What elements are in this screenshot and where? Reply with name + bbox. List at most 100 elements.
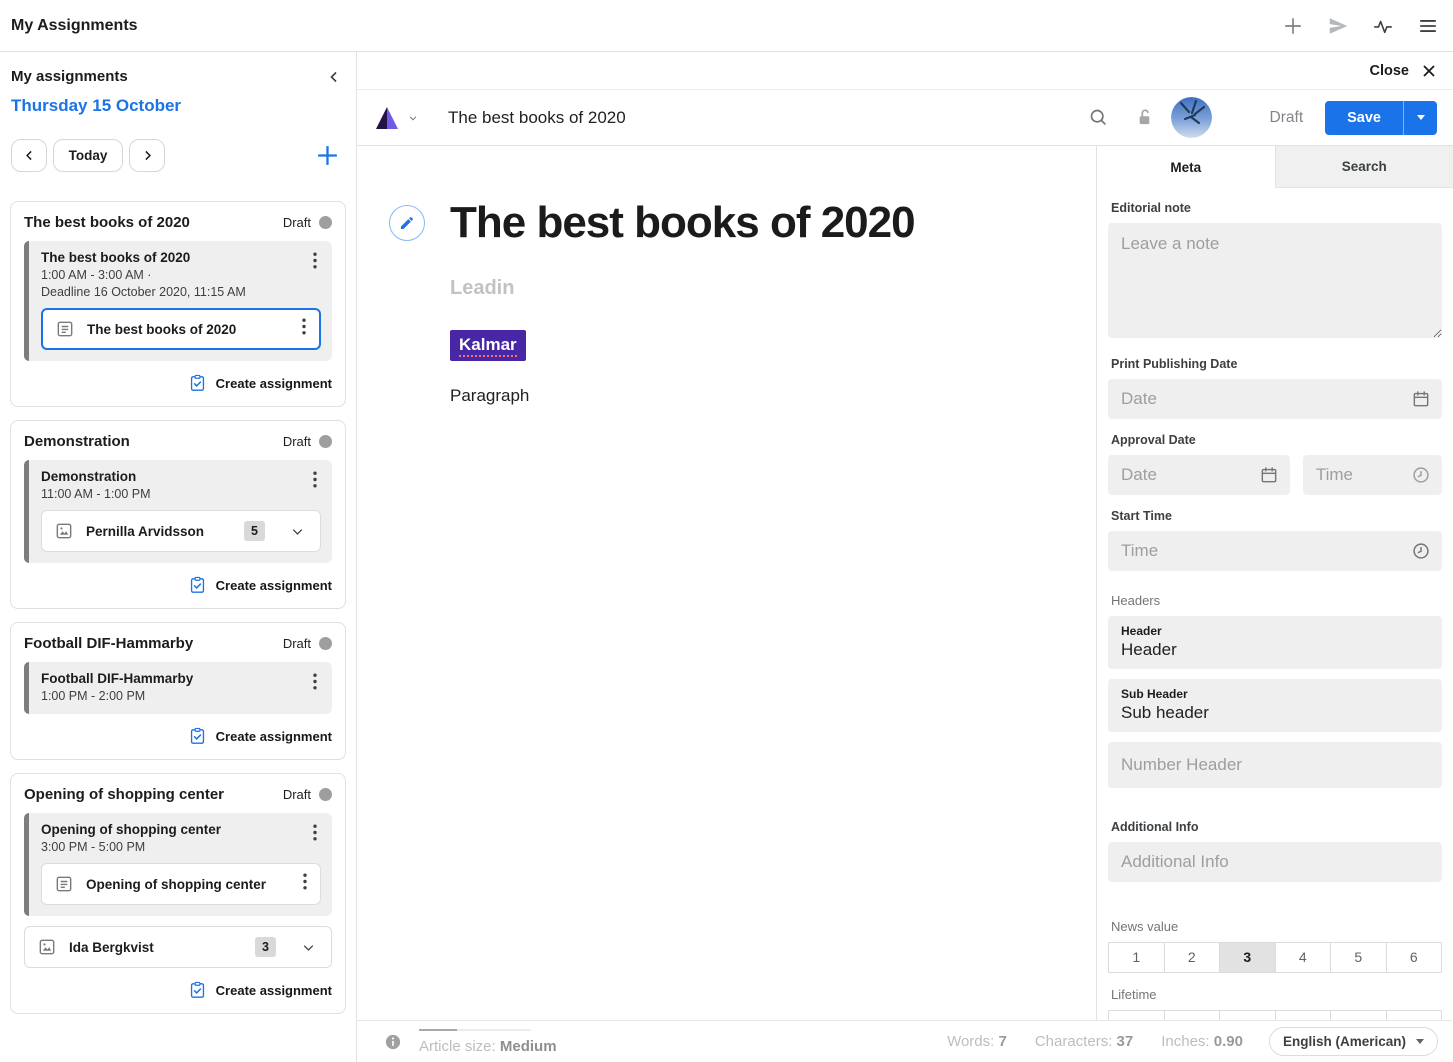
document-icon — [55, 319, 75, 339]
lifetime-option[interactable]: ∞ — [1330, 1011, 1386, 1020]
activity-icon[interactable] — [1372, 15, 1394, 37]
news-value-label: News value — [1111, 919, 1439, 934]
caret-down-icon — [1417, 115, 1425, 120]
lifetime-option[interactable]: 1D — [1164, 1011, 1220, 1020]
clipboard-check-icon — [188, 576, 207, 595]
today-button[interactable]: Today — [53, 139, 123, 172]
kebab-menu-icon[interactable] — [309, 250, 321, 299]
assignment-card: Demonstration Draft Demonstration 11:00 … — [10, 420, 346, 609]
number-header-field[interactable]: Number Header — [1108, 742, 1442, 788]
header-field[interactable]: Header Header — [1108, 616, 1442, 669]
info-icon[interactable] — [384, 1033, 402, 1051]
kebab-menu-icon[interactable] — [309, 469, 321, 501]
user-avatar[interactable] — [1171, 97, 1212, 138]
person-item[interactable]: Ida Bergkvist 3 — [24, 926, 332, 968]
event-box: Football DIF-Hammarby 1:00 PM - 2:00 PM — [24, 662, 332, 714]
previous-day-button[interactable] — [11, 139, 47, 172]
news-value-option-selected[interactable]: 3 — [1219, 943, 1275, 972]
leadin-placeholder[interactable]: Leadin — [450, 277, 1076, 300]
edit-headline-button[interactable] — [389, 205, 425, 241]
news-value-option[interactable]: 4 — [1275, 943, 1331, 972]
kebab-menu-icon[interactable] — [299, 871, 311, 897]
kebab-menu-icon[interactable] — [298, 316, 310, 342]
news-value-option[interactable]: 5 — [1330, 943, 1386, 972]
language-selector[interactable]: English (American) — [1269, 1027, 1438, 1056]
approval-date-input[interactable]: Date — [1108, 455, 1290, 495]
product-menu-button[interactable] — [373, 105, 420, 131]
save-options-button[interactable] — [1403, 101, 1437, 135]
news-value-option[interactable]: 6 — [1386, 943, 1442, 972]
menu-icon[interactable] — [1417, 15, 1439, 37]
person-item[interactable]: Pernilla Arvidsson 5 — [41, 510, 321, 552]
create-assignment-button[interactable]: Create assignment — [24, 981, 332, 1000]
assignment-card: The best books of 2020 Draft The best bo… — [10, 201, 346, 407]
lifetime-option[interactable]: 30D — [1275, 1011, 1331, 1020]
lifetime-label: Lifetime — [1111, 987, 1439, 1002]
assignment-title: The best books of 2020 — [24, 214, 190, 231]
expand-button[interactable] — [300, 939, 317, 956]
selected-date: Thursday 15 October — [0, 85, 356, 116]
word-count: Words: 7 — [947, 1033, 1007, 1050]
character-count: Characters: 37 — [1035, 1033, 1133, 1050]
editorial-note-input[interactable] — [1108, 223, 1442, 338]
headers-label: Headers — [1111, 593, 1439, 608]
expand-button[interactable] — [289, 523, 306, 540]
tab-search[interactable]: Search — [1275, 146, 1453, 188]
add-icon[interactable] — [1282, 15, 1304, 37]
image-icon — [37, 937, 57, 957]
create-assignment-button[interactable]: Create assignment — [24, 576, 332, 595]
additional-info-input[interactable]: Additional Info — [1108, 842, 1442, 882]
create-assignment-button[interactable]: Create assignment — [24, 727, 332, 746]
approval-time-input[interactable]: Time — [1303, 455, 1442, 495]
article-size: Article size: Medium — [419, 1029, 557, 1055]
news-value-option[interactable]: 2 — [1164, 943, 1220, 972]
article-paragraph[interactable]: Paragraph — [450, 386, 1076, 406]
article-headline[interactable]: The best books of 2020 — [450, 199, 915, 247]
close-document-button[interactable]: Close — [357, 52, 1453, 90]
start-time-input[interactable]: Time — [1108, 531, 1442, 571]
lifetime-option[interactable]: 7D — [1219, 1011, 1275, 1020]
tab-meta[interactable]: Meta — [1097, 146, 1275, 188]
sub-header-field[interactable]: Sub Header Sub header — [1108, 679, 1442, 732]
chevron-left-icon — [23, 149, 36, 162]
event-time: 1:00 PM - 2:00 PM — [41, 689, 193, 703]
article-item[interactable]: Opening of shopping center — [41, 863, 321, 905]
kebab-menu-icon[interactable] — [309, 822, 321, 854]
save-split-button: Save — [1325, 101, 1437, 135]
app-root: My Assignments My assignments Thursday 1… — [0, 0, 1453, 1062]
news-value-option[interactable]: 1 — [1109, 943, 1164, 972]
lock-open-icon — [1134, 107, 1155, 128]
send-icon[interactable] — [1327, 15, 1349, 37]
assignments-sidebar: My assignments Thursday 15 October Today — [0, 52, 357, 1062]
lock-button[interactable] — [1134, 107, 1155, 128]
lifetime-option[interactable]: 6H — [1109, 1011, 1164, 1020]
chevron-right-icon — [141, 149, 154, 162]
calendar-icon — [1259, 465, 1279, 485]
next-day-button[interactable] — [129, 139, 165, 172]
chevron-down-icon — [289, 523, 306, 540]
status-dot — [319, 788, 332, 801]
clock-icon — [1411, 541, 1431, 561]
add-assignment-button[interactable] — [315, 143, 340, 168]
article-item[interactable]: The best books of 2020 — [41, 308, 321, 350]
plus-icon — [315, 143, 340, 168]
assignment-title: Football DIF-Hammarby — [24, 635, 193, 652]
location-tag[interactable]: Kalmar — [450, 330, 526, 361]
event-time: 11:00 AM - 1:00 PM — [41, 487, 151, 501]
start-time-label: Start Time — [1111, 509, 1439, 523]
save-button[interactable]: Save — [1325, 101, 1403, 135]
collapse-sidebar-button[interactable] — [326, 69, 342, 85]
item-count-badge: 5 — [244, 521, 265, 541]
search-button[interactable] — [1088, 107, 1109, 128]
create-assignment-button[interactable]: Create assignment — [24, 374, 332, 393]
lifetime-option[interactable]: Tid — [1386, 1011, 1442, 1020]
editorial-note-label: Editorial note — [1111, 201, 1439, 215]
avatar-photo — [1171, 97, 1212, 138]
lifetime-selector: 6H 1D 7D 30D ∞ Tid — [1108, 1010, 1442, 1020]
kebab-menu-icon[interactable] — [309, 671, 321, 703]
event-deadline: Deadline 16 October 2020, 11:15 AM — [41, 285, 246, 299]
print-publishing-date-input[interactable]: Date — [1108, 379, 1442, 419]
item-count-badge: 3 — [255, 937, 276, 957]
close-icon — [1421, 63, 1437, 79]
top-bar: My Assignments — [0, 0, 1453, 52]
